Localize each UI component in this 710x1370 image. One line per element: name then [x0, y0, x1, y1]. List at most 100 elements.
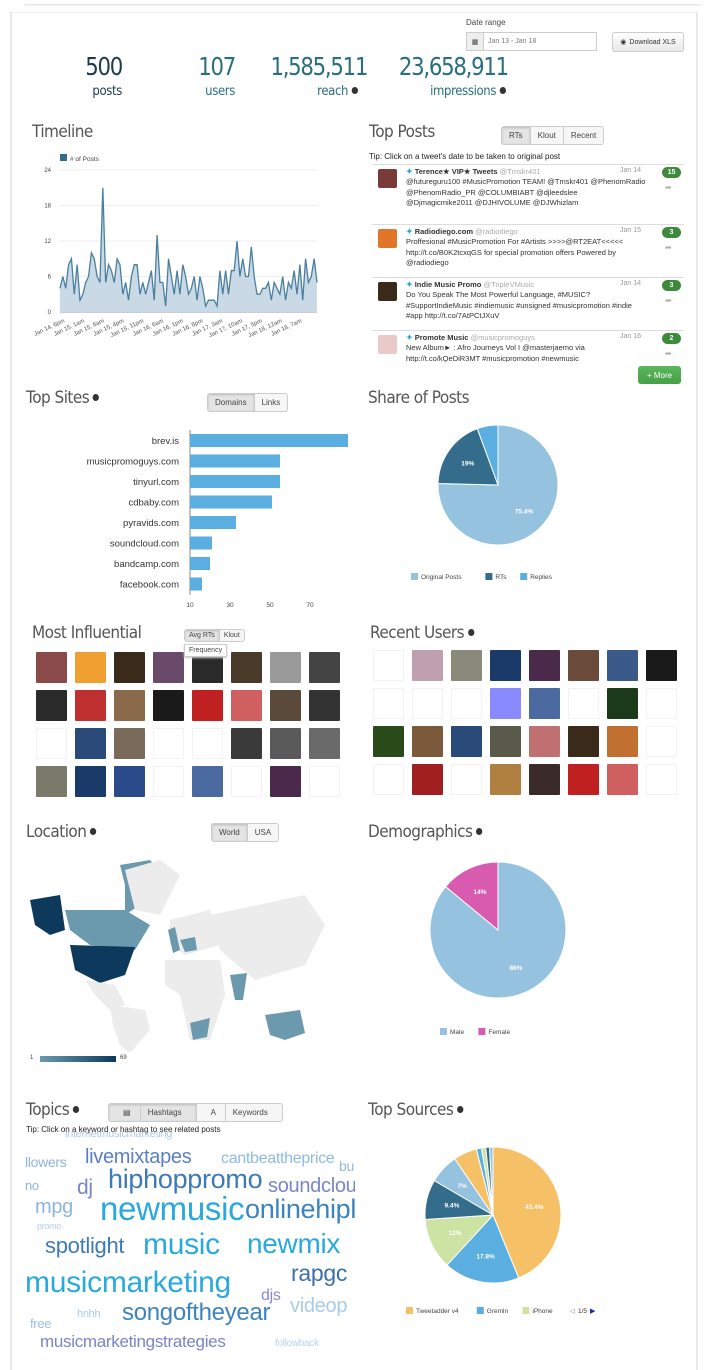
post-handle[interactable]: @musicpromoguys: [471, 333, 535, 342]
help-icon[interactable]: [351, 87, 358, 94]
tab-keywords[interactable]: A Keywords: [197, 1104, 282, 1121]
user-avatar[interactable]: [153, 652, 184, 683]
user-avatar[interactable]: [607, 688, 638, 719]
user-avatar[interactable]: [373, 650, 404, 681]
help-icon[interactable]: [467, 628, 475, 636]
post-date[interactable]: Jan 14: [620, 280, 641, 287]
post-date[interactable]: Jan 14: [620, 167, 641, 174]
user-avatar[interactable]: [568, 726, 599, 757]
user-avatar[interactable]: [490, 726, 521, 757]
post-avatar[interactable]: [378, 282, 397, 301]
user-avatar[interactable]: [114, 652, 145, 683]
user-avatar[interactable]: [231, 690, 262, 721]
help-icon[interactable]: [476, 827, 483, 835]
topic-word[interactable]: internetmusicmarketing: [65, 1132, 172, 1140]
tab-links[interactable]: Links: [255, 394, 288, 411]
post-author[interactable]: Promote Music: [415, 333, 469, 342]
post-author[interactable]: Terence★ VIP★ Tweets: [415, 167, 498, 176]
user-avatar[interactable]: [568, 650, 599, 681]
user-avatar[interactable]: [490, 764, 521, 795]
user-avatar[interactable]: [309, 766, 340, 797]
user-avatar[interactable]: [153, 728, 184, 759]
topic-word[interactable]: followback: [275, 1338, 319, 1349]
tab-usa[interactable]: USA: [248, 824, 278, 841]
tab-world[interactable]: World: [212, 824, 248, 841]
user-avatar[interactable]: [192, 690, 223, 721]
tab-klout[interactable]: Klout: [531, 127, 564, 144]
user-avatar[interactable]: [153, 690, 184, 721]
user-avatar[interactable]: [114, 766, 145, 797]
world-map[interactable]: [25, 855, 335, 1055]
user-avatar[interactable]: [646, 764, 677, 795]
date-range-input[interactable]: ▦ Jan 13 - Jan 18: [466, 32, 597, 51]
user-avatar[interactable]: [114, 728, 145, 759]
user-avatar[interactable]: [75, 766, 106, 797]
user-avatar[interactable]: [529, 726, 560, 757]
map-region-usa[interactable]: [70, 945, 135, 983]
user-avatar[interactable]: [451, 726, 482, 757]
post-date[interactable]: Jan 16: [620, 333, 641, 340]
tab-avg-rts[interactable]: Avg RTs: [185, 630, 220, 641]
user-avatar[interactable]: [607, 764, 638, 795]
user-avatar[interactable]: [75, 652, 106, 683]
map-region-india[interactable]: [230, 973, 247, 1000]
user-avatar[interactable]: [646, 726, 677, 757]
tab-recent[interactable]: Recent: [564, 127, 603, 144]
tab-hashtags[interactable]: ▤ Hashtags: [109, 1104, 197, 1121]
topic-word[interactable]: rapgc: [291, 1260, 347, 1287]
user-avatar[interactable]: [568, 764, 599, 795]
post-date[interactable]: Jan 15: [620, 227, 641, 234]
help-icon[interactable]: [456, 1105, 464, 1113]
user-avatar[interactable]: [36, 652, 67, 683]
user-avatar[interactable]: [490, 650, 521, 681]
user-avatar[interactable]: [529, 688, 560, 719]
topic-word[interactable]: songoftheyear: [122, 1299, 271, 1327]
user-avatar[interactable]: [607, 726, 638, 757]
topic-word[interactable]: dj: [77, 1176, 93, 1200]
user-avatar[interactable]: [231, 652, 262, 683]
topic-word[interactable]: videop: [290, 1295, 347, 1318]
share-icon[interactable]: ➦: [665, 243, 672, 252]
post-avatar[interactable]: [378, 169, 397, 188]
user-avatar[interactable]: [231, 766, 262, 797]
share-icon[interactable]: ➦: [665, 296, 672, 305]
user-avatar[interactable]: [309, 652, 340, 683]
user-avatar[interactable]: [75, 690, 106, 721]
user-avatar[interactable]: [231, 728, 262, 759]
user-avatar[interactable]: [75, 728, 106, 759]
user-avatar[interactable]: [373, 688, 404, 719]
help-icon[interactable]: [89, 827, 97, 835]
more-posts-button[interactable]: + More: [638, 366, 681, 384]
topic-word[interactable]: promo: [37, 1221, 61, 1231]
topic-word[interactable]: onlinehipl: [245, 1194, 355, 1225]
map-region-south-america[interactable]: [110, 1005, 150, 1053]
post-handle[interactable]: @Tmskr401: [500, 167, 541, 176]
map-region-alaska[interactable]: [30, 895, 65, 935]
user-avatar[interactable]: [36, 690, 67, 721]
user-avatar[interactable]: [270, 690, 301, 721]
user-avatar[interactable]: [529, 650, 560, 681]
user-avatar[interactable]: [153, 766, 184, 797]
tab-domains[interactable]: Domains: [208, 394, 255, 411]
topic-word[interactable]: bu: [339, 1158, 354, 1174]
post-author[interactable]: Radiodiego.com: [415, 227, 473, 236]
user-avatar[interactable]: [412, 650, 443, 681]
post-avatar[interactable]: [378, 229, 397, 248]
user-avatar[interactable]: [451, 688, 482, 719]
share-icon[interactable]: ➦: [665, 349, 672, 358]
user-avatar[interactable]: [412, 764, 443, 795]
user-avatar[interactable]: [270, 652, 301, 683]
user-avatar[interactable]: [192, 728, 223, 759]
user-avatar[interactable]: [114, 690, 145, 721]
tab-rts[interactable]: RTs: [502, 127, 531, 144]
topic-word[interactable]: newmusic: [100, 1190, 245, 1228]
user-avatar[interactable]: [373, 726, 404, 757]
user-avatar[interactable]: [490, 688, 521, 719]
user-avatar[interactable]: [646, 650, 677, 681]
download-xls-button[interactable]: ◉ Download XLS: [612, 32, 684, 52]
topic-word[interactable]: no: [25, 1178, 39, 1193]
help-icon[interactable]: [499, 87, 506, 94]
user-avatar[interactable]: [568, 688, 599, 719]
share-icon[interactable]: ➦: [665, 183, 672, 192]
topic-word[interactable]: musicmarketing: [25, 1266, 231, 1300]
